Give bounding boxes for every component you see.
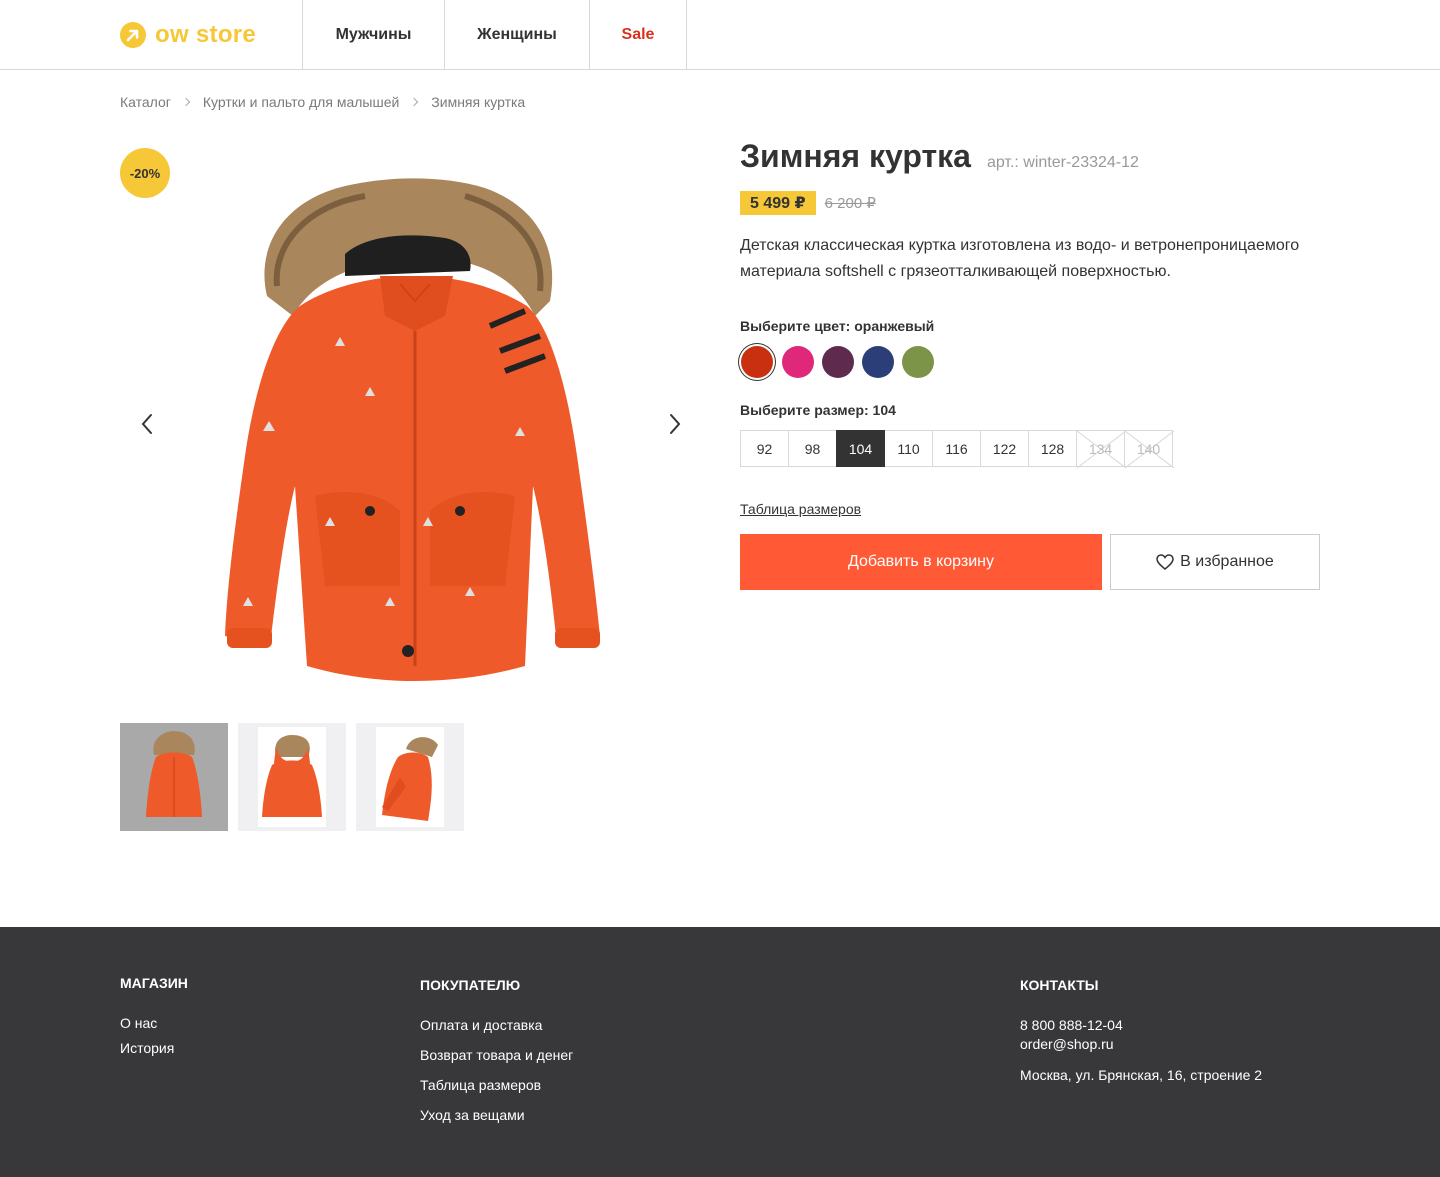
main-nav: Мужчины Женщины Sale	[302, 0, 687, 69]
size-option-label: 140	[1136, 440, 1161, 457]
chevron-right-icon	[181, 97, 191, 107]
size-label: Выберите размер: 104	[740, 402, 896, 418]
action-buttons: Добавить в корзину В избранное	[740, 534, 1320, 590]
size-option[interactable]: 122	[980, 430, 1029, 467]
footer-link-care[interactable]: Уход за вещами	[420, 1107, 573, 1123]
thumbnail-image	[140, 727, 208, 827]
gallery-prev-button[interactable]	[132, 406, 162, 442]
footer-email[interactable]: order@shop.ru	[1020, 1036, 1262, 1052]
chevron-right-icon	[670, 414, 681, 434]
breadcrumb-category[interactable]: Куртки и пальто для малышей	[203, 94, 399, 110]
size-option[interactable]: 104	[836, 430, 885, 467]
nav-sale[interactable]: Sale	[590, 0, 687, 69]
thumbnail-image	[258, 727, 326, 827]
size-option[interactable]: 116	[932, 430, 981, 467]
footer-link-history[interactable]: История	[120, 1040, 188, 1056]
color-swatch[interactable]	[862, 346, 894, 378]
product-title: Зимняя куртка	[740, 138, 971, 174]
breadcrumb-current: Зимняя куртка	[431, 94, 526, 110]
size-option[interactable]: 128	[1028, 430, 1077, 467]
footer-shop: МАГАЗИН О нас История	[120, 975, 188, 1056]
thumbnail-image	[376, 727, 444, 827]
nav-men[interactable]: Мужчины	[303, 0, 445, 69]
footer-buyer-title: ПОКУПАТЕЛЮ	[420, 977, 521, 993]
size-option[interactable]: 110	[884, 430, 933, 467]
footer-link-about[interactable]: О нас	[120, 1015, 188, 1031]
add-to-cart-button[interactable]: Добавить в корзину	[740, 534, 1102, 590]
footer-contacts-title: КОНТАКТЫ	[1020, 977, 1099, 993]
footer-link-returns[interactable]: Возврат товара и денег	[420, 1047, 573, 1063]
old-price: 6 200 ₽	[824, 195, 876, 212]
logo-arrow-icon	[120, 22, 146, 48]
color-swatch[interactable]	[782, 346, 814, 378]
product-description: Детская классическая куртка изготовлена …	[740, 237, 1300, 280]
current-price: 5 499 ₽	[740, 191, 816, 215]
size-table-link[interactable]: Таблица размеров	[740, 501, 861, 517]
gallery-thumbnails	[120, 723, 474, 831]
thumbnail-back[interactable]	[238, 723, 346, 831]
favorite-button[interactable]: В избранное	[1110, 534, 1320, 590]
size-option-label: 134	[1088, 440, 1113, 457]
size-selector: 92 98 104 110 116 122 128 134 140	[740, 430, 1320, 468]
color-label: Выберите цвет: оранжевый	[740, 318, 935, 334]
favorite-button-label: В избранное	[1180, 553, 1274, 570]
logo[interactable]: ow store	[120, 20, 256, 50]
size-option[interactable]: 92	[740, 430, 789, 467]
breadcrumb-catalog[interactable]: Каталог	[120, 94, 171, 110]
product-sku: арт.: winter-23324-12	[986, 154, 1139, 171]
size-option[interactable]: 98	[788, 430, 837, 467]
title-row: Зимняя куртка арт.: winter-23324-12	[740, 138, 1320, 175]
product-main-image	[225, 178, 600, 681]
thumbnail-side[interactable]	[356, 723, 464, 831]
gallery-next-button[interactable]	[660, 406, 690, 442]
footer-link-payment[interactable]: Оплата и доставка	[420, 1017, 573, 1033]
chevron-right-icon	[410, 97, 419, 107]
breadcrumb: Каталог Куртки и пальто для малышей Зимн…	[120, 94, 525, 110]
product-info: Зимняя куртка арт.: winter-23324-12 5 49…	[740, 138, 1320, 590]
thumbnail-front[interactable]	[120, 723, 228, 831]
color-swatches	[740, 346, 1320, 378]
size-option: 140	[1124, 430, 1174, 468]
size-option: 134	[1076, 430, 1126, 468]
logo-text: ow store	[155, 21, 257, 48]
site-header: ow store Мужчины Женщины Sale	[0, 0, 1440, 70]
heart-icon	[1156, 554, 1174, 570]
price-row: 5 499 ₽ 6 200 ₽	[740, 191, 1320, 215]
footer-contacts: КОНТАКТЫ 8 800 888-12-04 order@shop.ru М…	[1020, 977, 1262, 1083]
footer-buyer: ПОКУПАТЕЛЮ Оплата и доставка Возврат тов…	[420, 977, 573, 1123]
footer-shop-title: МАГАЗИН	[120, 975, 188, 991]
footer-link-size-table[interactable]: Таблица размеров	[420, 1077, 573, 1093]
color-swatch[interactable]	[902, 346, 934, 378]
footer-phone[interactable]: 8 800 888-12-04	[1020, 1017, 1262, 1033]
color-swatch[interactable]	[741, 346, 773, 378]
color-swatch[interactable]	[822, 346, 854, 378]
nav-women[interactable]: Женщины	[445, 0, 590, 69]
product-gallery: -20%	[120, 146, 700, 706]
site-footer: МАГАЗИН О нас История ПОКУПАТЕЛЮ Оплата …	[0, 927, 1440, 1177]
chevron-left-icon	[141, 414, 152, 434]
discount-badge: -20%	[120, 148, 170, 198]
footer-address: Москва, ул. Брянская, 16, строение 2	[1020, 1067, 1263, 1083]
